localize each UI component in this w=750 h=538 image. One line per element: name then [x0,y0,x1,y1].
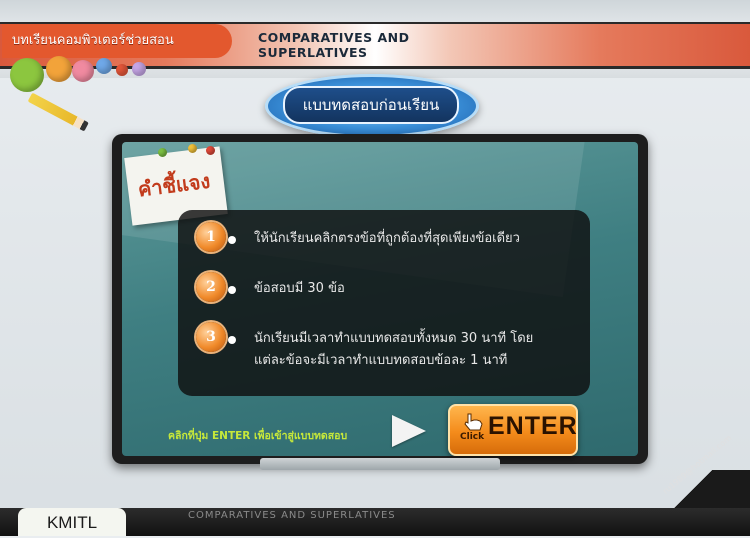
board-tray [260,458,500,470]
green-dot-icon [10,58,44,92]
enter-click-label: Click [460,432,485,442]
bullet-dot-icon [228,286,236,294]
orange-dot-icon [46,56,72,82]
bullet-dot-icon [228,236,236,244]
lesson-title: COMPARATIVES AND SUPERLATIVES [258,30,410,60]
pink-dot-icon [72,60,94,82]
instruction-text: ให้นักเรียนคลิกตรงข้อที่ถูกต้องที่สุดเพี… [254,231,520,246]
footer-corner [640,470,750,510]
enter-prompt: คลิกที่ปุ่ม ENTER เพื่อเข้าสู่แบบทดสอบ [168,430,348,442]
instruction-text: นักเรียนมีเวลาทำแบบทดสอบทั้งหมด 30 นาที … [254,331,534,368]
footer-logo-tab: KMITL [18,508,126,536]
pencil-icon [27,92,89,132]
number-badge: 3 [196,322,226,352]
footer-subtitle: COMPARATIVES AND SUPERLATIVES [188,510,396,521]
bullet-dot-icon [228,336,236,344]
number-badge: 2 [196,272,226,302]
lilac-dot-icon [132,62,146,76]
instruction-item: 3 นักเรียนมีเวลาทำแบบทดสอบทั้งหมด 30 นาท… [196,322,576,382]
hand-pointer-icon [464,413,483,431]
red-pin-icon [206,146,215,155]
blue-dot-icon [96,58,112,74]
enter-label: ENTER [488,412,578,440]
exam-banner: แบบทดสอบก่อนเรียน [283,86,459,124]
instruction-item: 1 ให้นักเรียนคลิกตรงข้อที่ถูกต้องที่สุดเ… [196,222,576,262]
enter-button[interactable]: Click ENTER [448,404,578,456]
instruction-item: 2 ข้อสอบมี 30 ข้อ [196,272,576,312]
yellow-pin-icon [188,144,197,153]
green-pin-icon [158,148,167,157]
decorative-dots [10,52,160,92]
red-dot-icon [116,64,128,76]
number-badge: 1 [196,222,226,252]
arrow-right-icon [392,415,426,447]
instruction-text: ข้อสอบมี 30 ข้อ [254,281,345,296]
